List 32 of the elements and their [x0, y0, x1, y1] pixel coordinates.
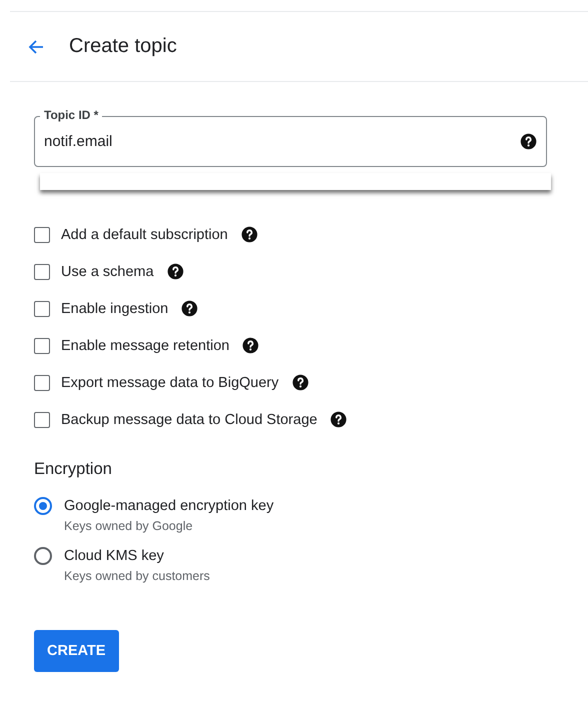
help-icon[interactable] — [166, 263, 184, 280]
help-icon[interactable] — [520, 133, 537, 150]
radio-label[interactable]: Google-managed encryption key — [64, 497, 554, 515]
help-icon[interactable] — [330, 411, 348, 428]
create-button[interactable]: CREATE — [34, 630, 119, 672]
help-icon[interactable] — [181, 300, 198, 317]
back-arrow-icon[interactable] — [28, 38, 44, 54]
checkbox[interactable] — [34, 300, 50, 316]
checkbox-label[interactable]: Backup message data to Cloud Storage — [61, 412, 318, 428]
checkbox[interactable] — [34, 412, 50, 428]
checkbox[interactable] — [34, 264, 50, 280]
help-icon[interactable] — [242, 337, 260, 354]
help-icon[interactable] — [240, 226, 258, 243]
page-title: Create topic — [69, 35, 177, 58]
checkbox-label[interactable]: Enable message retention — [61, 338, 230, 354]
field-label: Topic ID * — [40, 107, 102, 124]
checkbox[interactable] — [34, 338, 50, 354]
checkbox-label[interactable]: Enable ingestion — [61, 300, 168, 316]
checkbox-label[interactable]: Export message data to BigQuery — [61, 374, 279, 390]
help-icon[interactable] — [292, 374, 309, 391]
radio-button[interactable] — [34, 497, 52, 515]
field-value[interactable]: notif.email — [44, 133, 520, 150]
topic-id-field[interactable]: Topic ID * notif.email — [34, 107, 547, 167]
option-description: Keys owned by Google — [64, 519, 194, 533]
checkbox[interactable] — [34, 226, 50, 242]
checkbox-label[interactable]: Add a default subscription — [61, 226, 228, 242]
radio-label[interactable]: Cloud KMS key — [64, 547, 554, 565]
section-heading: Encryption — [34, 460, 113, 479]
checkbox[interactable] — [34, 374, 50, 390]
checkbox-label[interactable]: Use a schema — [61, 264, 154, 280]
radio-button[interactable] — [34, 547, 52, 565]
option-description: Keys owned by customers — [64, 569, 211, 583]
